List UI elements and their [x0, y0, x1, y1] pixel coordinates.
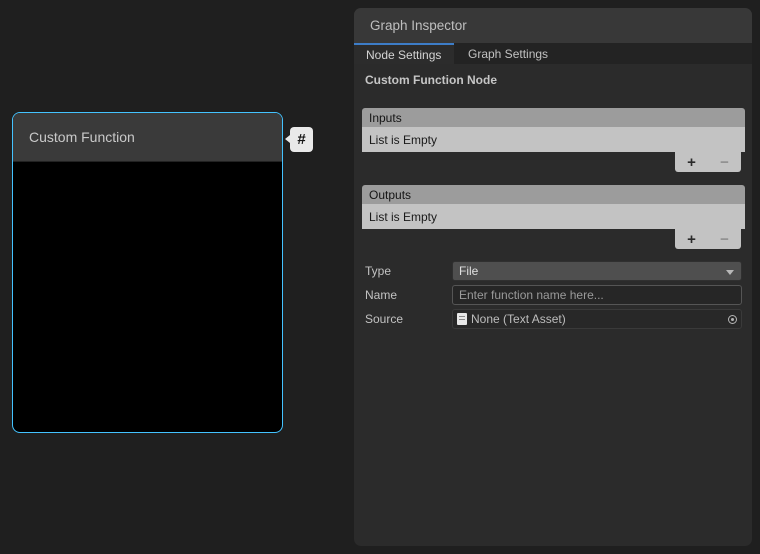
- type-field-row: Type File: [365, 261, 742, 281]
- inputs-list-footer: + −: [362, 152, 745, 172]
- outputs-list: Outputs List is Empty + −: [362, 185, 745, 249]
- tab-node-settings[interactable]: Node Settings: [354, 43, 454, 64]
- name-field-row: Name: [365, 285, 742, 305]
- inputs-list-header-label: Inputs: [369, 111, 402, 125]
- property-fields: Type File Name Source None (Text Asset): [354, 261, 752, 329]
- name-label: Name: [365, 288, 452, 302]
- chevron-down-icon: [726, 270, 734, 275]
- source-object-field[interactable]: None (Text Asset): [452, 309, 742, 329]
- object-picker-button[interactable]: [723, 310, 741, 328]
- graph-inspector-panel: Graph Inspector Node Settings Graph Sett…: [354, 8, 752, 546]
- panel-header[interactable]: Graph Inspector: [354, 8, 752, 43]
- source-object-value: None (Text Asset): [471, 312, 723, 326]
- inspector-tabbar: Node Settings Graph Settings: [354, 43, 752, 64]
- inputs-list-empty-row: List is Empty: [362, 127, 745, 152]
- inputs-footer-buttons: + −: [675, 152, 741, 172]
- tab-graph-settings-label: Graph Settings: [468, 47, 548, 61]
- source-field-row: Source None (Text Asset): [365, 309, 742, 329]
- section-title: Custom Function Node: [365, 73, 752, 88]
- source-label: Source: [365, 312, 452, 326]
- panel-title: Graph Inspector: [370, 18, 467, 33]
- function-name-input[interactable]: [452, 285, 742, 305]
- outputs-list-empty-row: List is Empty: [362, 204, 745, 229]
- badge-tail: [285, 135, 290, 143]
- inputs-list: Inputs List is Empty + −: [362, 108, 745, 172]
- outputs-remove-button[interactable]: −: [715, 232, 735, 247]
- outputs-list-header-label: Outputs: [369, 188, 411, 202]
- text-asset-icon: [457, 313, 467, 325]
- inputs-remove-button[interactable]: −: [715, 155, 735, 170]
- outputs-add-button[interactable]: +: [682, 232, 702, 247]
- node-hash-badge[interactable]: #: [290, 127, 313, 152]
- tab-node-settings-label: Node Settings: [366, 48, 441, 62]
- outputs-footer-buttons: + −: [675, 229, 741, 249]
- node-header[interactable]: Custom Function: [13, 113, 282, 162]
- inputs-empty-label: List is Empty: [369, 133, 437, 147]
- node-title: Custom Function: [29, 129, 135, 145]
- type-dropdown[interactable]: File: [452, 261, 742, 281]
- type-dropdown-value: File: [459, 264, 478, 278]
- type-label: Type: [365, 264, 452, 278]
- outputs-list-header: Outputs: [362, 185, 745, 204]
- hash-icon: #: [297, 131, 305, 148]
- object-picker-icon: [728, 315, 737, 324]
- custom-function-node[interactable]: Custom Function: [12, 112, 283, 433]
- tab-graph-settings[interactable]: Graph Settings: [454, 43, 562, 64]
- outputs-list-footer: + −: [362, 229, 745, 249]
- outputs-empty-label: List is Empty: [369, 210, 437, 224]
- inputs-add-button[interactable]: +: [682, 155, 702, 170]
- inputs-list-header: Inputs: [362, 108, 745, 127]
